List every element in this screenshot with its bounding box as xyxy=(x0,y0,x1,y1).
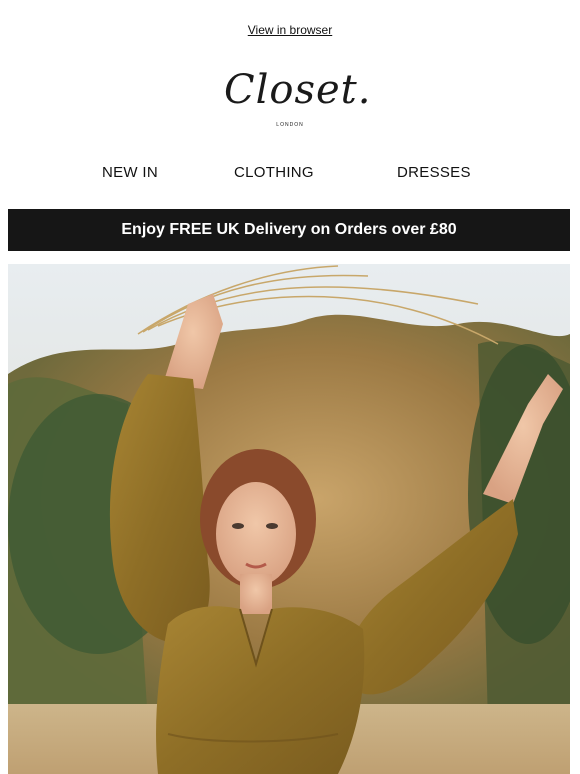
delivery-banner[interactable]: Enjoy FREE UK Delivery on Orders over £8… xyxy=(8,209,570,251)
nav-item-new-in[interactable]: NEW IN xyxy=(102,164,158,181)
main-nav: NEW IN CLOTHING DRESSES xyxy=(0,164,580,184)
hero-image[interactable] xyxy=(8,264,570,774)
view-in-browser-link[interactable]: View in browser xyxy=(0,23,580,37)
nav-item-clothing[interactable]: CLOTHING xyxy=(234,164,314,181)
brand-logo-location: LONDON xyxy=(276,122,304,128)
nav-item-dresses[interactable]: DRESSES xyxy=(397,164,471,181)
email-page: View in browser Closet. LONDON NEW IN CL… xyxy=(0,0,580,774)
brand-logo[interactable]: Closet. xyxy=(224,62,374,118)
hero-photo-model-in-field xyxy=(8,264,570,774)
